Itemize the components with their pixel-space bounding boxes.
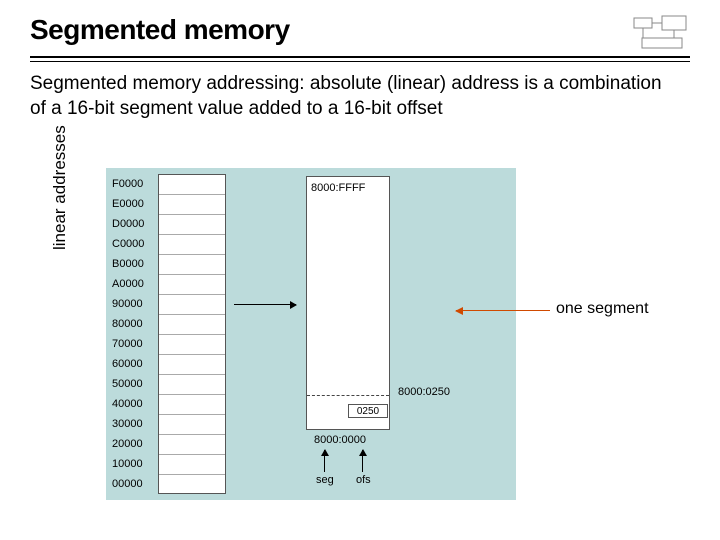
one-segment-label: one segment (556, 300, 649, 318)
offset-value-box: 0250 (348, 404, 388, 418)
segment-arrow-icon (234, 304, 296, 305)
title-bar: Segmented memory (0, 0, 720, 54)
segment-column (306, 176, 390, 430)
addr-label: F0000 (112, 174, 144, 194)
arrow-up-icon (362, 450, 363, 472)
description-text: Segmented memory addressing: absolute (l… (0, 62, 720, 121)
memory-column (158, 174, 226, 494)
addr-label: D0000 (112, 214, 144, 234)
addr-label: 10000 (112, 454, 144, 474)
offset-right-label: 8000:0250 (398, 386, 450, 398)
addr-label: B0000 (112, 254, 144, 274)
addr-label: C0000 (112, 234, 144, 254)
segment-top-label: 8000:FFFF (311, 182, 365, 194)
addr-label: 90000 (112, 294, 144, 314)
addr-label: 20000 (112, 434, 144, 454)
slide: Segmented memory Segmented memory addres… (0, 0, 720, 540)
one-segment-arrow-icon (456, 310, 550, 311)
arrow-up-icon (324, 450, 325, 472)
segment-bottom-label: 8000:0000 (314, 434, 366, 446)
ofs-pointer-label: ofs (356, 474, 371, 486)
addr-label: 70000 (112, 334, 144, 354)
seg-pointer-label: seg (316, 474, 334, 486)
addr-label: 30000 (112, 414, 144, 434)
addr-label: E0000 (112, 194, 144, 214)
page-title: Segmented memory (30, 14, 720, 46)
divider-thick (30, 56, 690, 58)
offset-dashed-line (307, 395, 389, 396)
memory-figure: F0000 E0000 D0000 C0000 B0000 A0000 9000… (106, 168, 516, 500)
addr-label: 60000 (112, 354, 144, 374)
addr-label: 50000 (112, 374, 144, 394)
addr-label: 40000 (112, 394, 144, 414)
addr-label: 80000 (112, 314, 144, 334)
addr-label: A0000 (112, 274, 144, 294)
computer-diagram-icon (632, 14, 690, 52)
vertical-axis-label: linear addresses (50, 125, 70, 250)
addr-label: 00000 (112, 474, 144, 494)
address-labels: F0000 E0000 D0000 C0000 B0000 A0000 9000… (112, 174, 144, 494)
